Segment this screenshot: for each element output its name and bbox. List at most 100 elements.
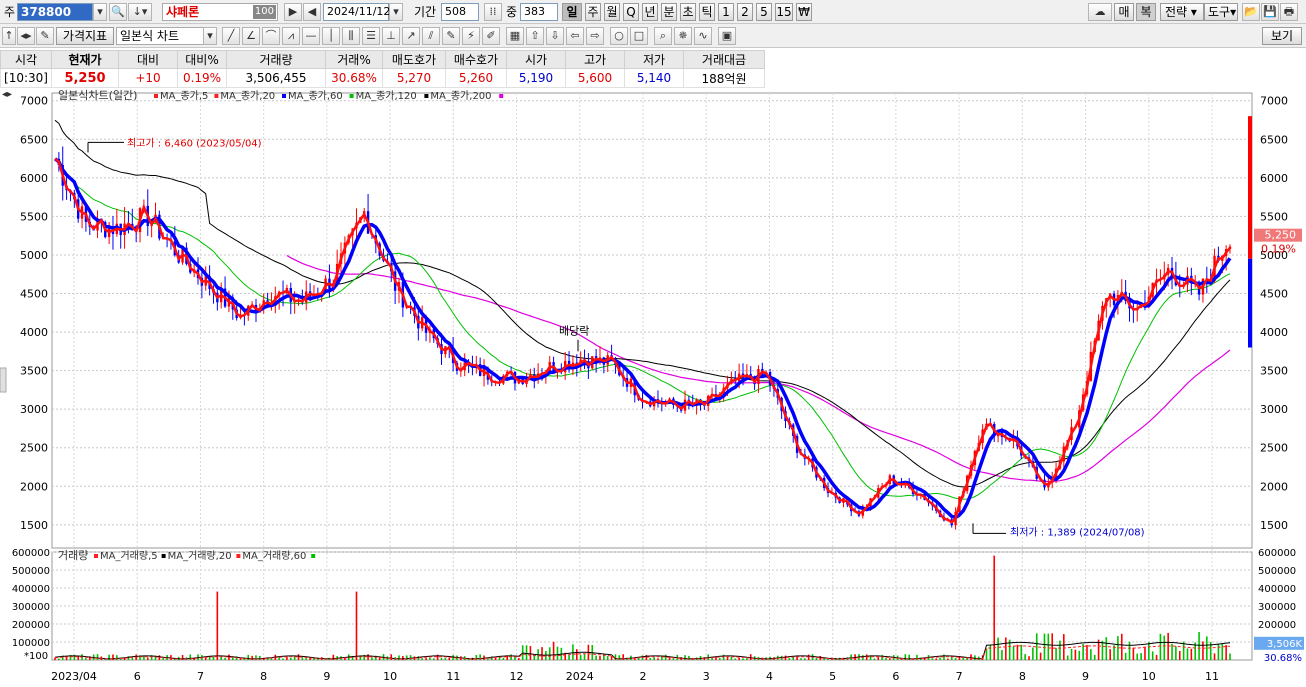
print-icon[interactable]: 🖶 xyxy=(1280,3,1298,21)
timeframe-4[interactable]: 년 xyxy=(642,3,658,21)
parallel-icon[interactable]: ⫽ xyxy=(422,27,440,45)
volume-legend-swatch xyxy=(161,554,166,558)
search-icon[interactable]: 🔍 xyxy=(109,3,127,21)
fibo-icon[interactable]: ☰ xyxy=(362,27,380,45)
y-tick-right: 3500 xyxy=(1260,365,1288,378)
down-icon[interactable]: ⇩ xyxy=(546,27,564,45)
view-button[interactable]: 보기 xyxy=(1262,27,1302,45)
dialog-icon[interactable]: ▣ xyxy=(718,27,736,45)
side-collapse-handle xyxy=(0,367,7,393)
period-input[interactable]: 508 xyxy=(441,3,479,21)
stock-dropdown-icon[interactable]: ▾ xyxy=(93,3,107,21)
next-icon[interactable]: ▶ xyxy=(284,3,302,21)
quote-value-5: 30.68% xyxy=(325,68,383,88)
pen-icon[interactable]: ✎ xyxy=(442,27,460,45)
price-legend-item: MA_종가,5 xyxy=(160,90,208,102)
save-icon[interactable]: 💾 xyxy=(1261,3,1279,21)
timeframe-6[interactable]: 초 xyxy=(680,3,696,21)
auto-icon[interactable]: ⚡ xyxy=(462,27,480,45)
right-button-2[interactable]: 복 xyxy=(1136,3,1156,21)
strategy-button[interactable]: 전략 ▾ xyxy=(1160,3,1204,21)
x-tick-label: 2024 xyxy=(566,670,594,683)
up-icon[interactable]: ⇧ xyxy=(526,27,544,45)
arc-icon[interactable]: ⌒ xyxy=(262,27,280,45)
y-tick-right: 1500 xyxy=(1260,519,1288,532)
y-tick-left: 4500 xyxy=(20,288,48,301)
volume-tick-left: 300000 xyxy=(12,602,50,613)
y-tick-right: 3000 xyxy=(1260,403,1288,416)
right-icon[interactable]: ⇨ xyxy=(586,27,604,45)
stock-name-field[interactable]: 샤페론 100 xyxy=(162,3,278,21)
folder-icon[interactable]: 📂 xyxy=(1242,3,1260,21)
chart-type-dropdown-icon[interactable]: ▾ xyxy=(203,27,217,45)
volume-tick-left: 500000 xyxy=(12,566,50,577)
calendar-dropdown-icon[interactable]: ▾ xyxy=(389,3,403,21)
hline-icon[interactable]: — xyxy=(302,27,320,45)
right-button-1[interactable]: 매 xyxy=(1114,3,1134,21)
scale-down-bar xyxy=(1248,258,1252,348)
fan-icon[interactable]: ⩘ xyxy=(282,27,300,45)
chart-type-select[interactable]: 일본식 차트 xyxy=(116,27,204,45)
tools-button[interactable]: 도구▾ xyxy=(1204,3,1238,21)
x-tick-label: 12 xyxy=(510,670,524,683)
zoom-icon[interactable]: ⌕ xyxy=(654,27,672,45)
timeframe-10[interactable]: 5 xyxy=(756,3,772,21)
x-tick-label: 2 xyxy=(640,670,647,683)
angle-icon[interactable]: ∠ xyxy=(242,27,260,45)
stock-name: 샤페론 xyxy=(166,5,200,19)
indicator-menu[interactable]: 가격지표 xyxy=(56,27,114,45)
left-icon[interactable]: ⇦ xyxy=(566,27,584,45)
arrow-line-icon[interactable]: ↗ xyxy=(402,27,420,45)
cross-icon[interactable]: ⊥ xyxy=(382,27,400,45)
timeframe-9[interactable]: 2 xyxy=(737,3,753,21)
price-legend-item: MA_종가,60 xyxy=(288,90,343,102)
cloud-icon[interactable]: ☁ xyxy=(1088,3,1112,21)
current-volume-pct-label: 30.68% xyxy=(1264,653,1302,664)
volume-legend-swatch xyxy=(236,554,241,558)
volume-tick-right: 600000 xyxy=(1258,548,1296,559)
box-icon[interactable]: ▦ xyxy=(506,27,524,45)
timeframe-7[interactable]: 틱 xyxy=(699,3,715,21)
price-legend-item: MA_종가,20 xyxy=(220,90,275,102)
quote-value-9: 5,600 xyxy=(565,68,625,88)
star-icon[interactable]: ✵ xyxy=(674,27,692,45)
vline-icon[interactable]: │ xyxy=(322,27,340,45)
wave-icon[interactable]: ∿ xyxy=(694,27,712,45)
quote-header-3: 대비% xyxy=(177,50,227,69)
strategy-label: 전략 xyxy=(1165,5,1188,19)
y-tick-left: 5500 xyxy=(20,210,48,223)
timeframe-1[interactable]: 주 xyxy=(585,3,601,21)
edit-icon[interactable]: ✎ xyxy=(36,27,54,45)
timeframe-11[interactable]: 15 xyxy=(775,3,793,21)
current-price-label: 5,250 xyxy=(1265,229,1297,242)
overlap-input[interactable]: 383 xyxy=(520,3,558,21)
timeframe-12[interactable]: ₩ xyxy=(796,3,812,21)
rect-icon[interactable]: □ xyxy=(630,27,648,45)
channel-icon[interactable]: ⫼ xyxy=(342,27,360,45)
timeframe-0[interactable]: 일 xyxy=(562,3,582,21)
price-chart-panel[interactable]: 7000 7000 6500 6500 6000 6000 5500 5500 5000 5000… xyxy=(0,88,1306,684)
tools-label: 도구 xyxy=(1208,5,1231,19)
circle-icon[interactable]: ○ xyxy=(610,27,628,45)
volume-legend-title: 거래량 xyxy=(58,549,88,562)
grid-icon[interactable]: ⁞⁞ xyxy=(484,3,502,21)
chart-svg[interactable]: 7000 7000 6500 6500 6000 6000 5500 5500 5000 5000… xyxy=(0,88,1306,684)
volume-tick-right: 500000 xyxy=(1258,566,1296,577)
quote-header-4: 거래량 xyxy=(226,50,326,69)
quote-value-7: 5,260 xyxy=(445,68,507,88)
sort-icon[interactable]: ↓▾ xyxy=(128,3,152,21)
stock-code-input[interactable]: 378800 xyxy=(17,3,93,21)
timeframe-3[interactable]: Q xyxy=(623,3,639,21)
y-tick-left: 6500 xyxy=(20,133,48,146)
trendline-icon[interactable]: ╱ xyxy=(222,27,240,45)
prev-icon[interactable]: ◀ xyxy=(303,3,321,21)
timeframe-2[interactable]: 월 xyxy=(604,3,620,21)
x-tick-label: 11 xyxy=(1205,670,1219,683)
period-label: 기간 xyxy=(414,5,437,19)
up-arrow-icon[interactable]: ↑ xyxy=(2,27,16,45)
timeframe-8[interactable]: 1 xyxy=(718,3,734,21)
text-icon[interactable]: ✐ xyxy=(482,27,500,45)
date-input[interactable]: 2024/11/12 xyxy=(323,3,390,21)
timeframe-5[interactable]: 분 xyxy=(661,3,677,21)
left-right-icon[interactable]: ◂▸ xyxy=(17,27,35,45)
